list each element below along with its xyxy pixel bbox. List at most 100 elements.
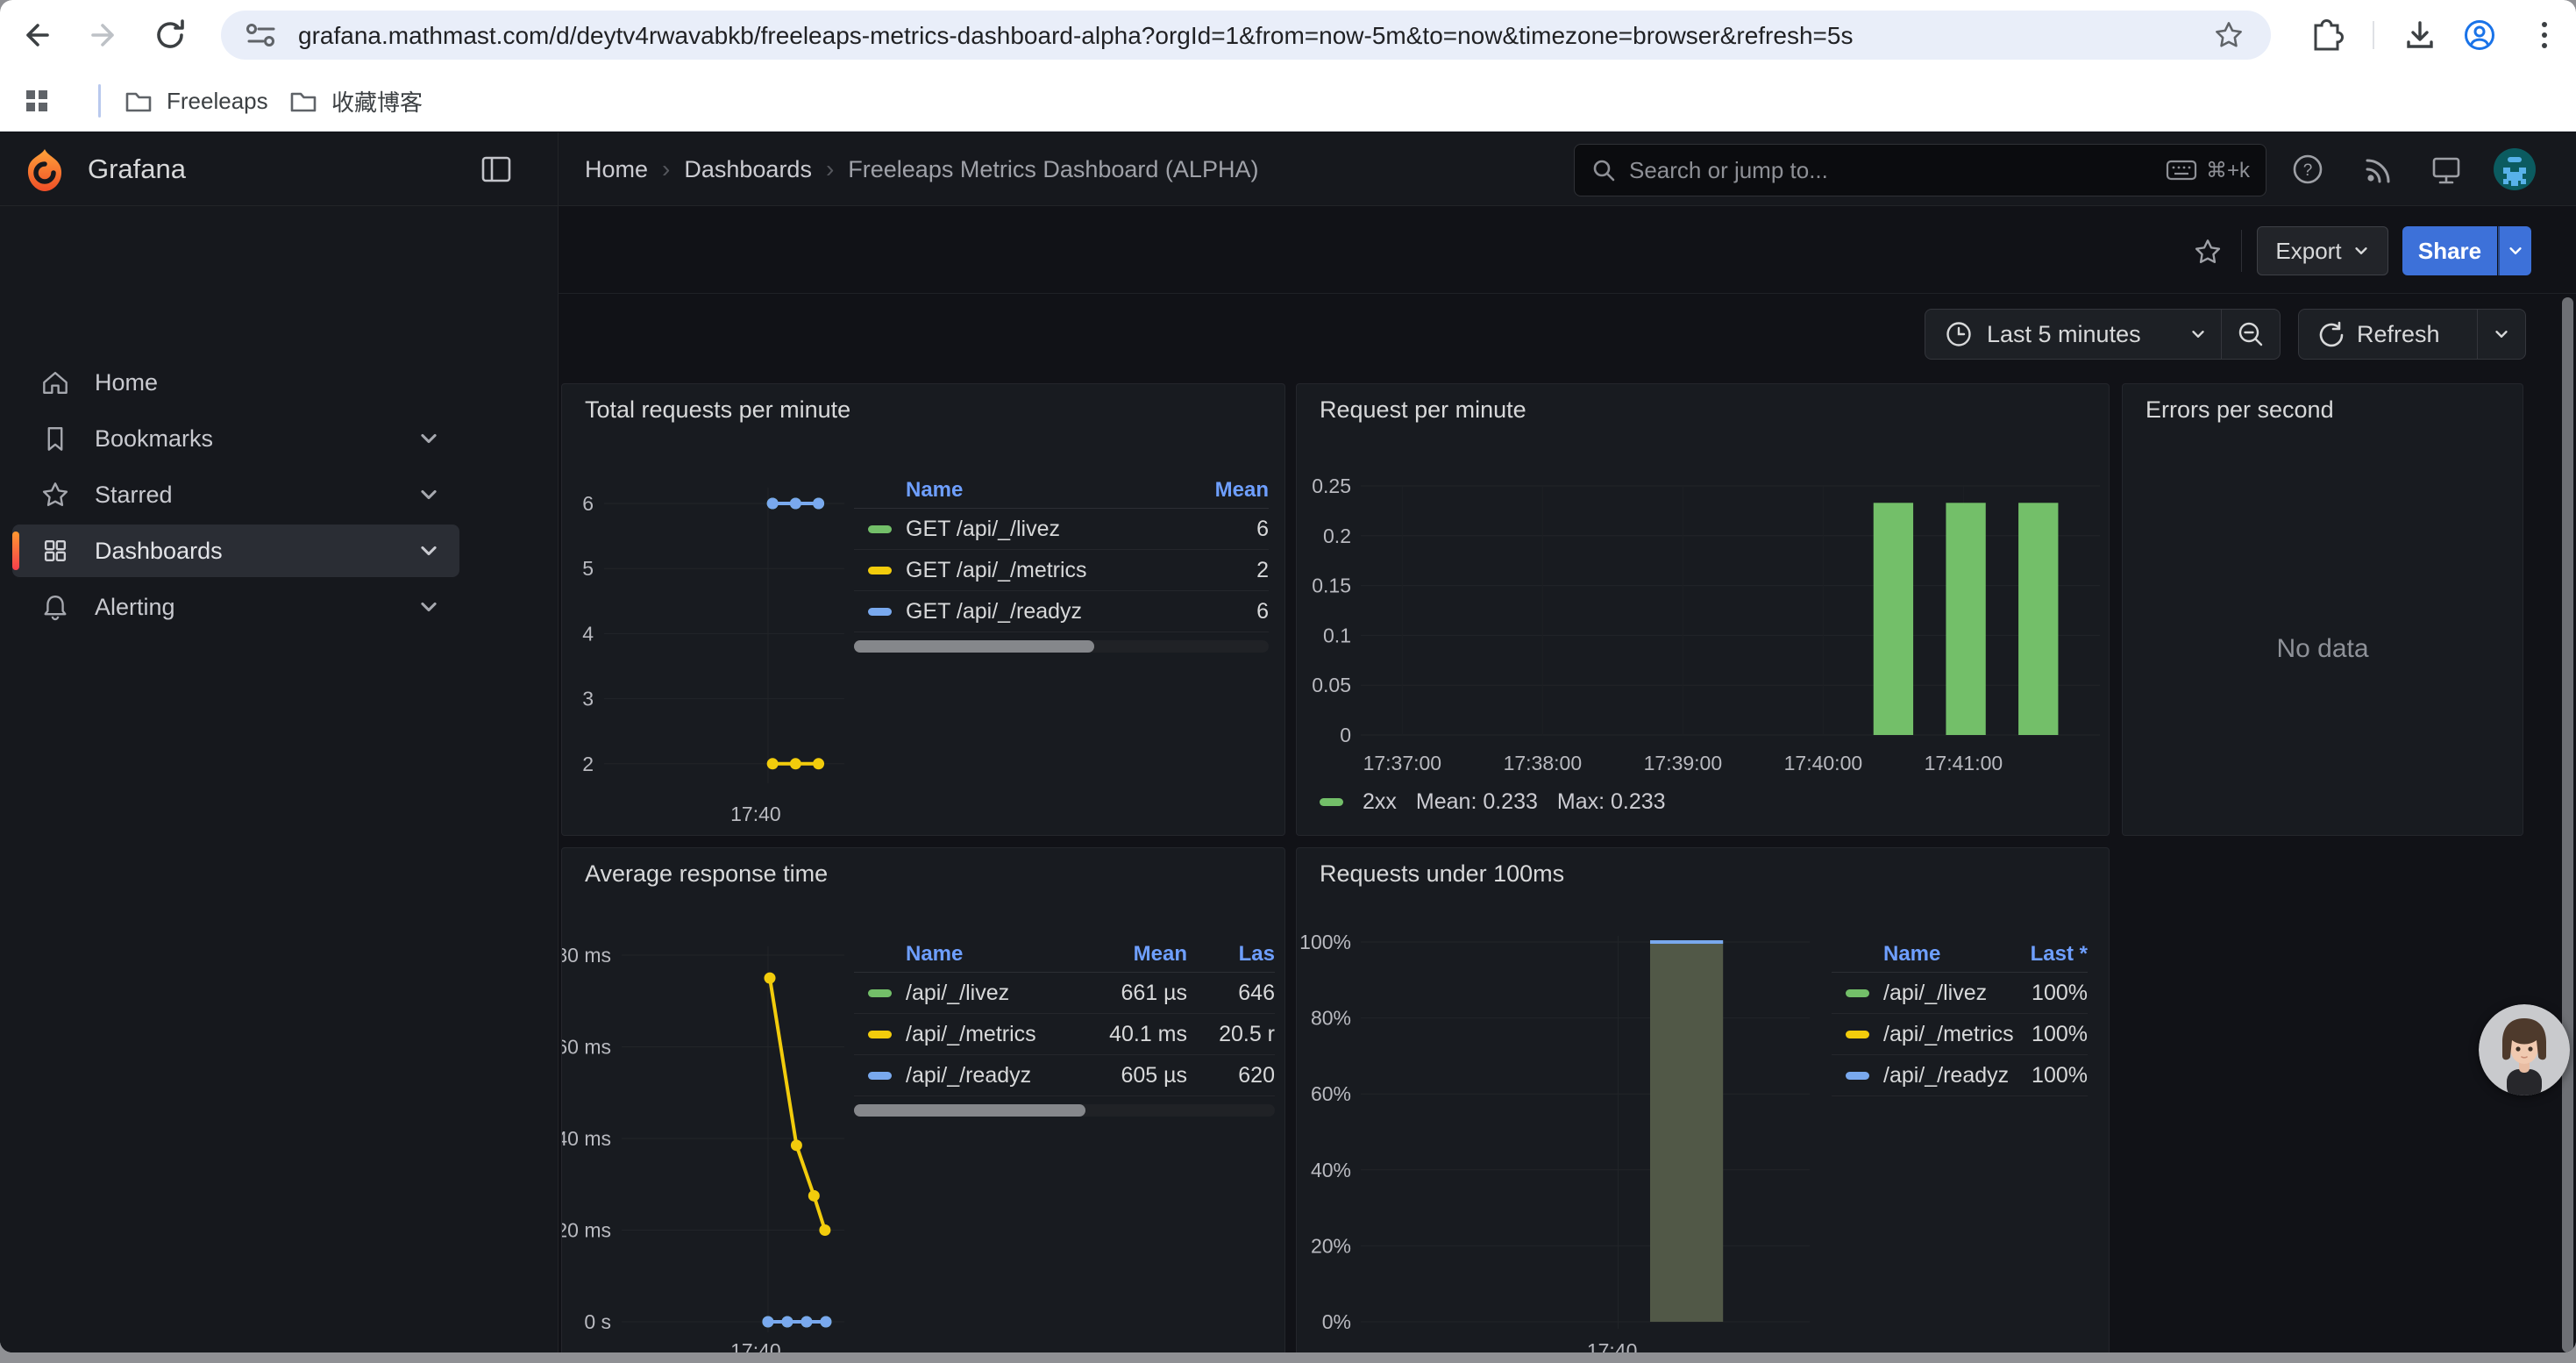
refresh-interval-dropdown[interactable] (2493, 325, 2510, 343)
browser-toolbar: grafana.mathmast.com/d/deytv4rwavabkb/fr… (0, 0, 2576, 70)
no-data-message: No data (2123, 634, 2523, 664)
legend-col-last[interactable]: Last * (2031, 942, 2088, 967)
scrollbar-thumb[interactable] (2562, 297, 2573, 1352)
news-rss-icon[interactable] (2360, 152, 2395, 187)
chevron-down-icon (2507, 242, 2524, 260)
zoom-out-icon[interactable] (2236, 319, 2266, 349)
svg-text:2: 2 (582, 753, 594, 775)
reload-icon[interactable] (151, 16, 189, 54)
legend-row[interactable]: /api/_/readyz605 µs620 (854, 1055, 1275, 1096)
scrollbar-thumb[interactable] (854, 1104, 1085, 1117)
panel-errors-per-second[interactable]: Errors per second No data (2122, 383, 2523, 836)
panel-requests-under-100ms[interactable]: Requests under 100ms 100%80%60%40%20%0%1… (1296, 847, 2110, 1352)
profile-icon[interactable] (2460, 16, 2499, 54)
panel-title[interactable]: Errors per second (2145, 396, 2334, 424)
export-button[interactable]: Export (2257, 226, 2388, 275)
time-range-picker[interactable]: Last 5 minutes (1987, 321, 2189, 348)
legend-row[interactable]: /api/_/livez100% (1832, 973, 2088, 1014)
brand-title[interactable]: Grafana (88, 153, 186, 185)
bookmark-star-icon[interactable] (2211, 18, 2246, 53)
svg-text:5: 5 (582, 557, 594, 580)
legend-header: Name Mean Las (854, 936, 1275, 973)
search-icon (1590, 157, 1617, 183)
sidebar-item-bookmarks[interactable]: Bookmarks (12, 412, 459, 465)
svg-text:60%: 60% (1311, 1082, 1351, 1105)
search-box[interactable]: ⌘+k (1574, 144, 2266, 196)
chevron-down-icon[interactable] (2189, 325, 2207, 343)
bookmark-folder-blogs[interactable]: 收藏博客 (288, 82, 423, 119)
svg-text:0.1: 0.1 (1323, 624, 1351, 646)
tv-kiosk-icon[interactable] (2429, 152, 2464, 187)
legend-row[interactable]: /api/_/readyz100% (1832, 1055, 2088, 1096)
chevron-down-icon[interactable] (417, 427, 440, 450)
apps-grid-icon[interactable] (21, 85, 53, 117)
extensions-icon[interactable] (2306, 16, 2345, 54)
series-mean: Mean: 0.233 (1416, 789, 1538, 815)
favorite-dashboard-icon[interactable] (2191, 235, 2224, 268)
back-icon[interactable] (18, 16, 56, 54)
svg-text:40 ms: 40 ms (562, 1127, 611, 1150)
legend-row[interactable]: /api/_/metrics40.1 ms20.5 r (854, 1014, 1275, 1055)
group-divider (2221, 310, 2222, 359)
legend-row[interactable]: GET /api/_/livez6 (854, 509, 1269, 550)
legend-col-name[interactable]: Name (906, 478, 1215, 503)
sidebar-item-alerting[interactable]: Alerting (12, 581, 459, 633)
legend-row[interactable]: GET /api/_/metrics2 (854, 550, 1269, 591)
site-settings-icon[interactable] (244, 21, 279, 49)
panel-avg-response-time[interactable]: Average response time 80 ms60 ms40 ms20 … (561, 847, 1285, 1352)
bookmark-folder-freeleaps[interactable]: Freeleaps (123, 82, 268, 119)
refresh-icon (2316, 320, 2345, 348)
panel-total-requests[interactable]: Total requests per minute 6543217:40 Nam… (561, 383, 1285, 836)
share-button[interactable]: Share (2402, 226, 2497, 275)
refresh-button[interactable]: Refresh (2357, 321, 2477, 348)
legend-col-name[interactable]: Name (906, 942, 1082, 967)
apps-icon (39, 534, 72, 567)
sidebar-header: Grafana (0, 132, 559, 206)
page-scrollbar[interactable] (2562, 297, 2573, 1352)
assistant-avatar[interactable] (2479, 1004, 2570, 1095)
sidebar-item-home[interactable]: Home (12, 356, 459, 409)
chevron-down-icon[interactable] (417, 539, 440, 562)
search-input[interactable] (1629, 157, 2166, 184)
forward-icon[interactable] (84, 16, 123, 54)
svg-text:17:40: 17:40 (1587, 1339, 1638, 1352)
chevron-down-icon[interactable] (417, 596, 440, 618)
legend-col-mean[interactable]: Mean (1215, 478, 1269, 503)
bookmark-icon (39, 422, 72, 455)
legend-col-last[interactable]: Las (1187, 942, 1275, 967)
breadcrumb-home[interactable]: Home (585, 156, 648, 183)
panel-title[interactable]: Average response time (585, 860, 828, 888)
legend-col-name[interactable]: Name (1883, 942, 2031, 967)
legend-row[interactable]: /api/_/metrics100% (1832, 1014, 2088, 1055)
svg-text:0.15: 0.15 (1312, 574, 1351, 597)
legend-row[interactable]: GET /api/_/readyz6 (854, 591, 1269, 632)
series-name[interactable]: 2xx (1363, 789, 1397, 815)
svg-text:0%: 0% (1322, 1310, 1351, 1333)
legend-row[interactable]: /api/_/livez661 µs646 (854, 973, 1275, 1014)
legend-header: Name Last * (1832, 936, 2088, 973)
chevron-down-icon[interactable] (417, 483, 440, 506)
share-menu-button[interactable] (2498, 226, 2531, 275)
sidebar-item-starred[interactable]: Starred (12, 468, 459, 521)
legend-scrollbar[interactable] (854, 1104, 1275, 1117)
address-bar[interactable]: grafana.mathmast.com/d/deytv4rwavabkb/fr… (221, 11, 2271, 60)
scrollbar-thumb[interactable] (854, 640, 1094, 653)
legend-scrollbar[interactable] (854, 640, 1269, 653)
svg-text:0 s: 0 s (584, 1310, 611, 1333)
panel-request-per-minute[interactable]: Request per minute 00.050.10.150.20.2517… (1296, 383, 2110, 836)
panel-title[interactable]: Total requests per minute (585, 396, 850, 424)
help-icon[interactable]: ? (2290, 152, 2325, 187)
user-avatar[interactable] (2493, 147, 2537, 191)
panel-title[interactable]: Request per minute (1320, 396, 1526, 424)
collapse-sidebar-icon[interactable] (480, 155, 512, 183)
grafana-logo[interactable] (21, 146, 68, 194)
browser-menu-icon[interactable] (2525, 16, 2564, 54)
breadcrumb-dashboards[interactable]: Dashboards (684, 156, 812, 183)
download-icon[interactable] (2401, 16, 2439, 54)
legend-col-mean[interactable]: Mean (1082, 942, 1187, 967)
breadcrumb: Home › Dashboards › Freeleaps Metrics Da… (585, 132, 1258, 206)
svg-text:40%: 40% (1311, 1159, 1351, 1181)
sidebar-item-dashboards[interactable]: Dashboards (12, 525, 459, 577)
svg-text:17:40:00: 17:40:00 (1784, 752, 1863, 774)
panel-title[interactable]: Requests under 100ms (1320, 860, 1564, 888)
